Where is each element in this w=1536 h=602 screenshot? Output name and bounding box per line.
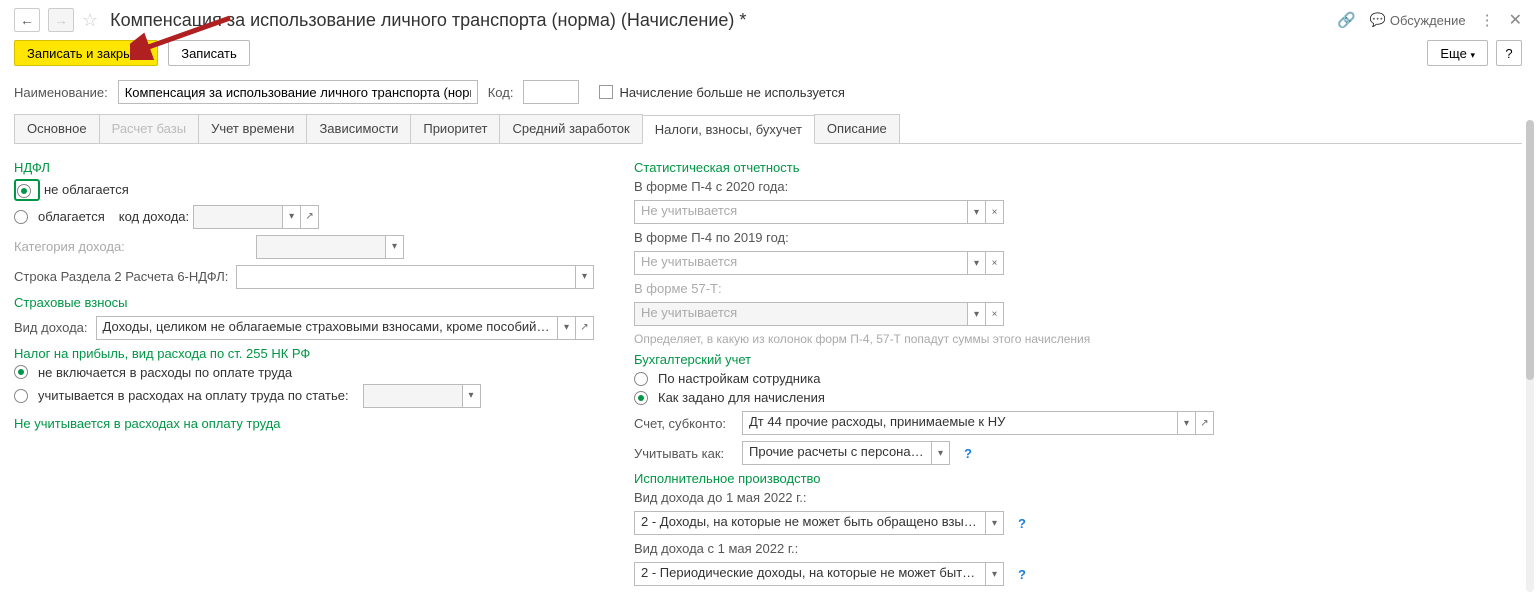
consider-label: Учитывать как: [634, 446, 734, 461]
nav-back-button[interactable]: ← [14, 8, 40, 32]
p57t-clear[interactable]: × [986, 302, 1004, 326]
p4-2019-clear[interactable]: × [986, 251, 1004, 275]
profit-not-counted-link[interactable]: Не учитывается в расходах на оплату труд… [14, 416, 280, 431]
p4-2019-dropdown[interactable]: ▾ [968, 251, 986, 275]
p4-2020-dropdown[interactable]: ▾ [968, 200, 986, 224]
stat-hint: Определяет, в какую из колонок форм П-4,… [634, 332, 1114, 346]
discuss-link[interactable]: 💬 Обсуждение [1370, 12, 1466, 28]
consider-help-icon[interactable]: ? [964, 446, 972, 461]
income-code-input [193, 205, 283, 229]
p57t-input: Не учитывается [634, 302, 968, 326]
ndfl-taxed-radio[interactable] [14, 210, 28, 224]
income-cat-label: Категория дохода: [14, 239, 125, 254]
income-type-label: Вид дохода: [14, 320, 88, 335]
profit-section-title: Налог на прибыль, вид расхода по ст. 255… [14, 346, 594, 361]
tab-priority[interactable]: Приоритет [410, 114, 500, 143]
p4-2020-input[interactable]: Не учитывается [634, 200, 968, 224]
p57t-label: В форме 57-Т: [634, 281, 1214, 296]
kebab-menu-icon[interactable]: ⋮ [1480, 11, 1495, 29]
tab-time[interactable]: Учет времени [198, 114, 307, 143]
unused-checkbox[interactable] [599, 85, 613, 99]
exec-after-help-icon[interactable]: ? [1018, 567, 1026, 582]
tab-deps[interactable]: Зависимости [306, 114, 411, 143]
income-cat-dropdown[interactable]: ▾ [386, 235, 404, 259]
exec-after-input[interactable]: 2 - Периодические доходы, на которые не … [634, 562, 986, 586]
income-code-label: код дохода: [119, 209, 189, 224]
tab-average[interactable]: Средний заработок [499, 114, 642, 143]
acct-employee-label: По настройкам сотрудника [658, 371, 820, 386]
scrollbar[interactable] [1526, 120, 1534, 592]
account-label: Счет, субконто: [634, 416, 734, 431]
acct-defined-label: Как задано для начисления [658, 390, 825, 405]
code-input[interactable] [523, 80, 579, 104]
income-type-input[interactable]: Доходы, целиком не облагаемые страховыми… [96, 316, 558, 340]
chat-icon: 💬 [1370, 12, 1386, 28]
account-input[interactable]: Дт 44 прочие расходы, принимаемые к НУ [742, 411, 1178, 435]
consider-input[interactable]: Прочие расчеты с персоналом [742, 441, 932, 465]
p4-2019-input[interactable]: Не учитывается [634, 251, 968, 275]
nav-forward-button[interactable]: → [48, 8, 74, 32]
income-type-dropdown[interactable]: ▾ [558, 316, 576, 340]
line6-dropdown[interactable]: ▾ [576, 265, 594, 289]
discuss-label: Обсуждение [1390, 13, 1466, 28]
exec-after-label: Вид дохода с 1 мая 2022 г.: [634, 541, 1214, 556]
name-input[interactable] [118, 80, 478, 104]
insurance-section-title: Страховые взносы [14, 295, 594, 310]
p4-2019-label: В форме П-4 по 2019 год: [634, 230, 1214, 245]
consider-dropdown[interactable]: ▾ [932, 441, 950, 465]
save-and-close-button[interactable]: Записать и закрыть [14, 40, 158, 66]
favorite-star-icon[interactable]: ☆ [82, 10, 98, 31]
account-open[interactable]: ↗ [1196, 411, 1214, 435]
profit-article-input [363, 384, 463, 408]
ndfl-section-title: НДФЛ [14, 160, 594, 175]
tab-taxes[interactable]: Налоги, взносы, бухучет [642, 115, 815, 144]
tab-base[interactable]: Расчет базы [99, 114, 200, 143]
profit-article-dropdown[interactable]: ▾ [463, 384, 481, 408]
ndfl-not-taxed-highlight [14, 179, 40, 201]
code-label: Код: [488, 85, 514, 100]
profit-not-included-radio[interactable] [14, 365, 28, 379]
chevron-down-icon: ▾ [1470, 50, 1475, 60]
account-dropdown[interactable]: ▾ [1178, 411, 1196, 435]
acct-section-title: Бухгалтерский учет [634, 352, 1214, 367]
p57t-dropdown[interactable]: ▾ [968, 302, 986, 326]
exec-before-input[interactable]: 2 - Доходы, на которые не может быть обр… [634, 511, 986, 535]
acct-defined-radio[interactable] [634, 391, 648, 405]
link-icon[interactable]: 🔗 [1337, 11, 1356, 29]
ndfl-taxed-label: облагается [38, 209, 105, 224]
name-label: Наименование: [14, 85, 108, 100]
stat-section-title: Статистическая отчетность [634, 160, 1214, 175]
income-cat-input [256, 235, 386, 259]
ndfl-not-taxed-radio[interactable] [17, 184, 31, 198]
p4-2020-clear[interactable]: × [986, 200, 1004, 224]
p4-2020-label: В форме П-4 с 2020 года: [634, 179, 1214, 194]
exec-before-dropdown[interactable]: ▾ [986, 511, 1004, 535]
help-button[interactable]: ? [1496, 40, 1522, 66]
close-icon[interactable]: ✕ [1509, 10, 1522, 30]
window-title: Компенсация за использование личного тра… [110, 10, 746, 31]
more-button[interactable]: Еще ▾ [1427, 40, 1488, 66]
exec-before-label: Вид дохода до 1 мая 2022 г.: [634, 490, 1214, 505]
exec-before-help-icon[interactable]: ? [1018, 516, 1026, 531]
profit-included-label: учитывается в расходах на оплату труда п… [38, 388, 349, 403]
ndfl-not-taxed-label: не облагается [44, 182, 129, 197]
acct-employee-radio[interactable] [634, 372, 648, 386]
unused-label: Начисление больше не используется [619, 85, 844, 100]
tab-description[interactable]: Описание [814, 114, 900, 143]
save-button[interactable]: Записать [168, 40, 250, 66]
income-code-dropdown[interactable]: ▾ [283, 205, 301, 229]
exec-section-title: Исполнительное производство [634, 471, 1214, 486]
line6-input[interactable] [236, 265, 576, 289]
profit-not-included-label: не включается в расходы по оплате труда [38, 365, 292, 380]
tab-main[interactable]: Основное [14, 114, 100, 143]
more-label: Еще [1440, 46, 1466, 61]
income-code-open[interactable]: ↗ [301, 205, 319, 229]
line6-label: Строка Раздела 2 Расчета 6-НДФЛ: [14, 269, 228, 284]
profit-included-radio[interactable] [14, 389, 28, 403]
scrollbar-thumb[interactable] [1526, 120, 1534, 380]
income-type-open[interactable]: ↗ [576, 316, 594, 340]
exec-after-dropdown[interactable]: ▾ [986, 562, 1004, 586]
